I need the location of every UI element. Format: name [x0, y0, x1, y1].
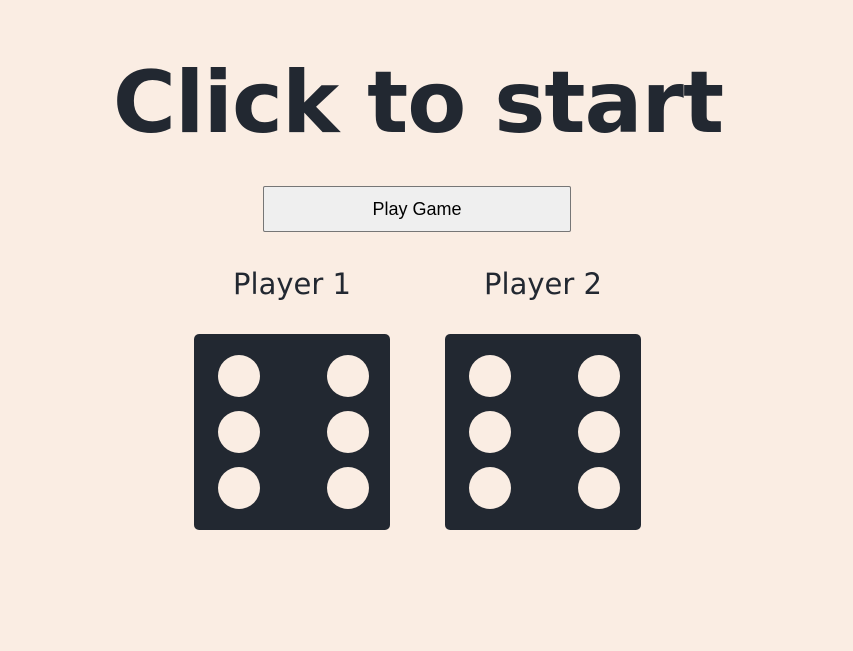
die-pip	[218, 411, 260, 453]
die-pip	[578, 467, 620, 509]
player-2-label: Player 2	[484, 267, 602, 301]
die-pip	[327, 411, 369, 453]
player-2-die-icon	[445, 334, 641, 530]
die-pip	[578, 411, 620, 453]
player-1-die-icon	[194, 334, 390, 530]
player-1-label: Player 1	[233, 267, 351, 301]
die-pip	[578, 355, 620, 397]
die-pip	[469, 411, 511, 453]
die-pip	[469, 355, 511, 397]
die-pip	[218, 355, 260, 397]
die-pip	[327, 355, 369, 397]
die-pip	[469, 467, 511, 509]
play-game-button[interactable]: Play Game	[263, 186, 571, 232]
die-pip	[327, 467, 369, 509]
game-title: Click to start	[112, 53, 724, 153]
die-pip	[218, 467, 260, 509]
